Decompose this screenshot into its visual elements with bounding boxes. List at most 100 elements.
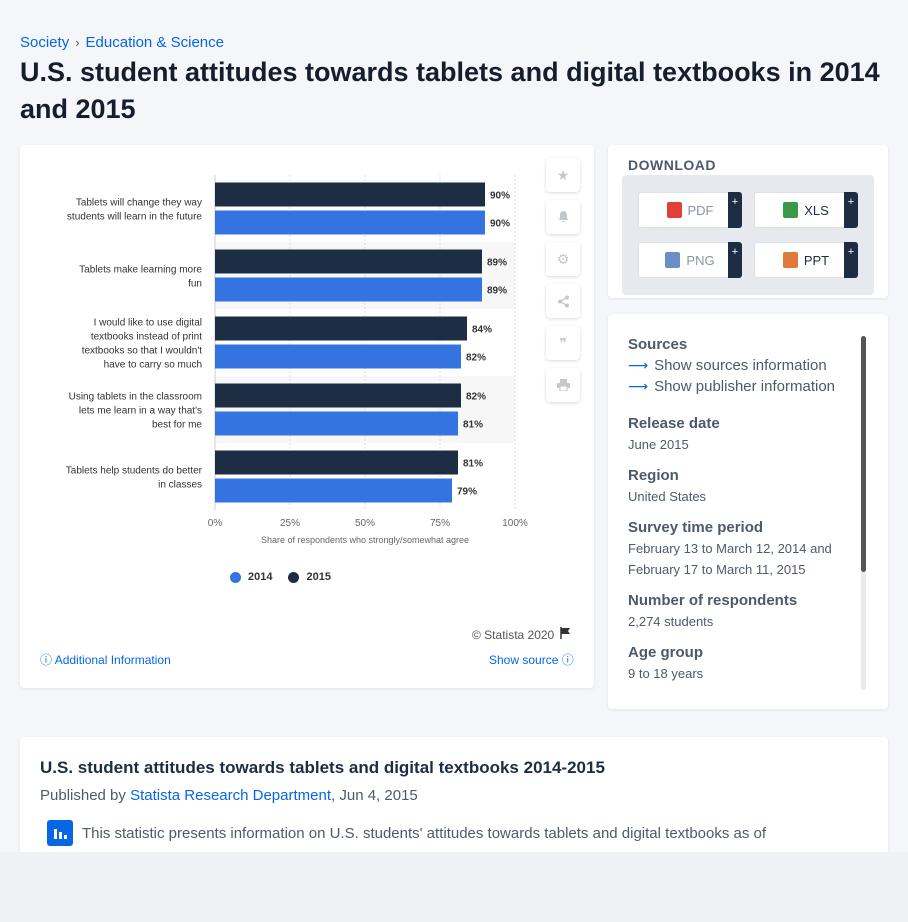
details-scrollbar[interactable]	[861, 336, 866, 690]
bar-2014	[215, 478, 452, 503]
data-label: 90%	[490, 219, 510, 230]
sources-heading: Sources	[628, 336, 688, 353]
star-icon[interactable]: ★	[546, 158, 580, 192]
x-tick-label: 75%	[430, 518, 450, 529]
page-title: U.S. student attitudes towards tablets a…	[20, 57, 880, 124]
show-publisher-label: Show publisher information	[654, 378, 836, 395]
arrow-right-icon: ⟶	[628, 357, 649, 373]
share-icon[interactable]	[546, 284, 580, 318]
download-pdf-button[interactable]: PDF +	[638, 192, 742, 228]
legend-label: 2014	[248, 571, 273, 583]
breadcrumb: Society › Education & Science	[20, 34, 224, 51]
publisher-link[interactable]: Statista Research Department	[130, 787, 331, 804]
data-label: 82%	[466, 392, 486, 403]
plus-icon[interactable]: +	[844, 242, 858, 278]
additional-information-link[interactable]: ⓘ Additional Information	[40, 651, 171, 668]
published-by: Published by Statista Research Departmen…	[40, 787, 418, 804]
x-tick-label: 50%	[355, 518, 375, 529]
legend-marker	[288, 571, 300, 583]
category-label: I would like to use digital textbooks ins…	[82, 318, 203, 371]
show-sources-label: Show sources information	[654, 357, 827, 374]
bar-2014	[215, 277, 482, 302]
pdf-file-icon	[666, 202, 682, 218]
download-png-label: PNG	[686, 252, 715, 268]
x-tick-label: 0%	[208, 518, 223, 529]
age-group-value: 9 to 18 years	[628, 666, 704, 681]
plus-icon[interactable]: +	[728, 242, 742, 278]
info-icon: ⓘ	[40, 653, 53, 667]
x-tick-label: 25%	[280, 518, 300, 529]
category-label: Tablets make learning more fun	[79, 265, 202, 290]
data-label: 84%	[472, 325, 492, 336]
bar-chart: 0% 25% 50% 75% 100% Share of respondents who …	[66, 175, 528, 545]
category-label: Using tablets in the classroom lets me le…	[69, 392, 203, 431]
chevron-right-icon: ›	[75, 35, 80, 50]
plus-icon[interactable]: +	[728, 192, 742, 228]
data-label: 81%	[463, 459, 483, 470]
download-pdf-label: PDF	[687, 202, 714, 218]
legend-marker	[230, 571, 241, 583]
category-label: Tablets will change they way students wil…	[67, 198, 203, 223]
bar-2015	[215, 249, 482, 274]
bar-2014	[215, 210, 485, 235]
scrollbar-thumb[interactable]	[861, 336, 866, 572]
data-label: 90%	[490, 191, 510, 202]
show-source-link[interactable]: Show source ⓘ	[489, 651, 574, 668]
show-sources-link[interactable]: ⟶ Show sources information	[628, 357, 856, 374]
flag-icon[interactable]	[560, 627, 571, 642]
release-date-heading: Release date	[628, 415, 720, 432]
data-label: 89%	[487, 286, 507, 297]
breadcrumb-education-science[interactable]: Education & Science	[86, 34, 224, 51]
download-ppt-label: PPT	[803, 252, 830, 268]
legend-item-2014[interactable]: 2014	[230, 571, 272, 583]
survey-period-value: February 13 to March 12, 2014 and Februa…	[628, 541, 832, 577]
region-heading: Region	[628, 467, 679, 484]
arrow-right-icon: ⟶	[628, 378, 649, 394]
bottom-bar	[0, 852, 908, 922]
data-label: 81%	[463, 420, 483, 431]
age-group-heading: Age group	[628, 644, 703, 661]
copyright: © Statista 2020	[472, 627, 571, 642]
description-text: This statistic presents information on U…	[82, 825, 767, 842]
chart-legend: 2014 2015	[230, 571, 347, 583]
xls-file-icon	[783, 202, 799, 218]
download-title: DOWNLOAD	[628, 157, 716, 173]
x-axis-title: Share of respondents who strongly/somewh…	[261, 535, 469, 545]
release-date-value: June 2015	[628, 437, 689, 452]
bell-icon[interactable]	[546, 200, 580, 234]
statistic-details: Sources ⟶ Show sources information ⟶ Sho…	[628, 336, 856, 692]
bar-2014	[215, 411, 458, 436]
download-xls-label: XLS	[804, 202, 829, 218]
data-label: 82%	[466, 353, 486, 364]
respondents-heading: Number of respondents	[628, 592, 798, 609]
print-icon[interactable]	[546, 368, 580, 402]
publish-date: , Jun 4, 2015	[331, 787, 418, 804]
bar-2015	[215, 316, 467, 341]
category-label: Tablets help students do better in classe…	[66, 466, 203, 491]
legend-item-2015[interactable]: 2015	[288, 571, 331, 583]
download-ppt-button[interactable]: PPT +	[754, 242, 858, 278]
bar-chart-icon	[47, 820, 73, 846]
breadcrumb-society[interactable]: Society	[20, 34, 69, 51]
bar-2015	[215, 450, 458, 475]
bar-2015	[215, 182, 485, 207]
data-label: 89%	[487, 258, 507, 269]
region-value: United States	[628, 489, 707, 504]
plus-icon[interactable]: +	[844, 192, 858, 228]
png-file-icon	[665, 252, 681, 268]
bar-2015	[215, 383, 461, 408]
survey-period-heading: Survey time period	[628, 519, 764, 536]
legend-label: 2015	[306, 571, 331, 583]
description-title: U.S. student attitudes towards tablets a…	[40, 758, 605, 777]
bar-2014	[215, 344, 461, 369]
show-source-label: Show source	[489, 653, 559, 667]
info-icon: ⓘ	[561, 653, 574, 667]
gear-icon[interactable]: ⚙	[546, 242, 580, 276]
show-publisher-link[interactable]: ⟶ Show publisher information	[628, 378, 856, 395]
x-tick-label: 100%	[502, 518, 528, 529]
data-label: 79%	[457, 487, 477, 498]
download-png-button[interactable]: PNG +	[638, 242, 742, 278]
quote-icon[interactable]: ❞	[546, 326, 580, 360]
copyright-text: © Statista 2020	[472, 627, 555, 642]
download-xls-button[interactable]: XLS +	[754, 192, 858, 228]
